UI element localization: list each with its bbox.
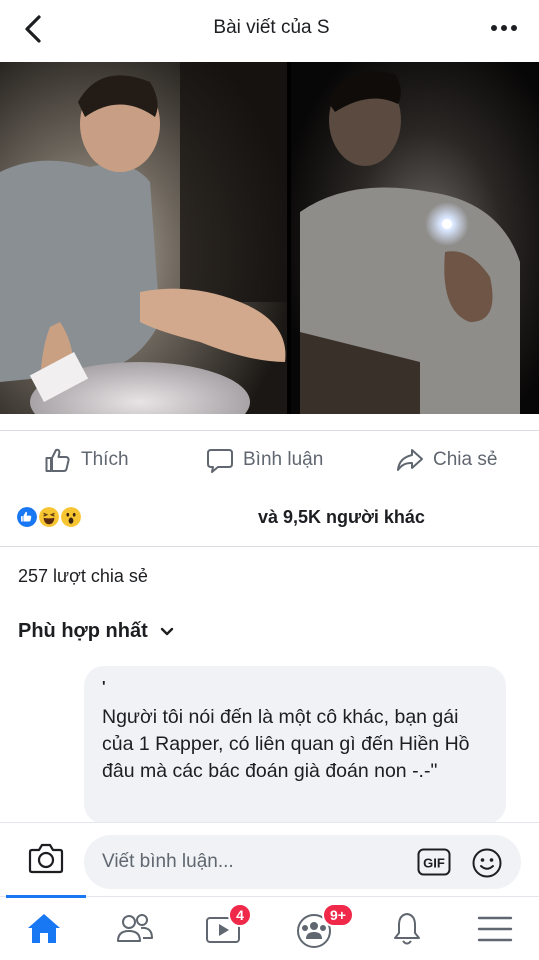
share-label: Chia sẻ: [433, 449, 498, 470]
reactions-summary[interactable]: và 9,5K người khác: [0, 498, 539, 544]
groups-notification-badge: 9+: [322, 903, 354, 927]
comment-bubble[interactable]: ' Người tôi nói đến là một cô khác, bạn …: [84, 666, 506, 824]
tab-home[interactable]: [0, 895, 90, 960]
thumbs-up-icon: [45, 448, 70, 472]
tab-groups[interactable]: 9+: [270, 897, 360, 960]
comment-button[interactable]: Bình luận: [206, 445, 323, 475]
hamburger-menu-icon: [477, 916, 513, 942]
comment-label: Bình luận: [243, 449, 324, 470]
comment-input[interactable]: Viết bình luận... GIF: [84, 835, 521, 889]
camera-icon[interactable]: [28, 841, 64, 875]
watch-notification-badge: 4: [228, 903, 252, 927]
comment-composer: Viết bình luận... GIF: [0, 822, 539, 896]
comment-sort-dropdown[interactable]: Phù hợp nhất: [18, 620, 174, 643]
tab-notifications[interactable]: [360, 897, 450, 960]
page-title: Bài viết của S: [213, 17, 330, 38]
home-icon: [28, 914, 60, 943]
comment-text: Người tôi nói đến là một cô khác, bạn gá…: [102, 706, 470, 782]
emoji-smile-icon[interactable]: [471, 847, 503, 879]
share-arrow-icon: [397, 449, 423, 471]
chevron-down-icon: [160, 627, 173, 635]
bottom-tab-bar: 4 9+: [0, 895, 539, 960]
like-reaction-icon: [16, 506, 38, 528]
friends-icon: [117, 914, 153, 942]
svg-text:GIF: GIF: [423, 856, 445, 871]
tab-menu[interactable]: [449, 897, 539, 960]
more-options-icon[interactable]: [489, 18, 519, 38]
haha-reaction-icon: [38, 506, 60, 528]
shares-count[interactable]: 257 lượt chia sẻ: [18, 566, 148, 587]
like-button[interactable]: Thích: [44, 445, 129, 475]
post-actions: Thích Bình luận Chia sẻ: [0, 430, 539, 490]
post-photo[interactable]: [0, 62, 539, 414]
tab-friends[interactable]: [90, 897, 180, 960]
like-label: Thích: [81, 449, 129, 470]
bell-icon: [394, 913, 420, 945]
top-bar: Bài viết của S: [0, 0, 539, 62]
tab-watch[interactable]: 4: [180, 897, 270, 960]
share-button[interactable]: Chia sẻ: [396, 445, 497, 475]
comment-sort-label: Phù hợp nhất: [18, 620, 148, 642]
comment-author[interactable]: ': [102, 678, 106, 695]
post-photo-image: [0, 62, 539, 414]
wow-reaction-icon: [60, 506, 82, 528]
gif-icon[interactable]: GIF: [417, 848, 451, 876]
divider: [0, 546, 539, 547]
comment-icon: [207, 449, 233, 473]
active-tab-indicator: [6, 895, 86, 898]
comment-input-placeholder[interactable]: Viết bình luận...: [102, 851, 234, 873]
reactions-count-text: và 9,5K người khác: [258, 507, 425, 527]
